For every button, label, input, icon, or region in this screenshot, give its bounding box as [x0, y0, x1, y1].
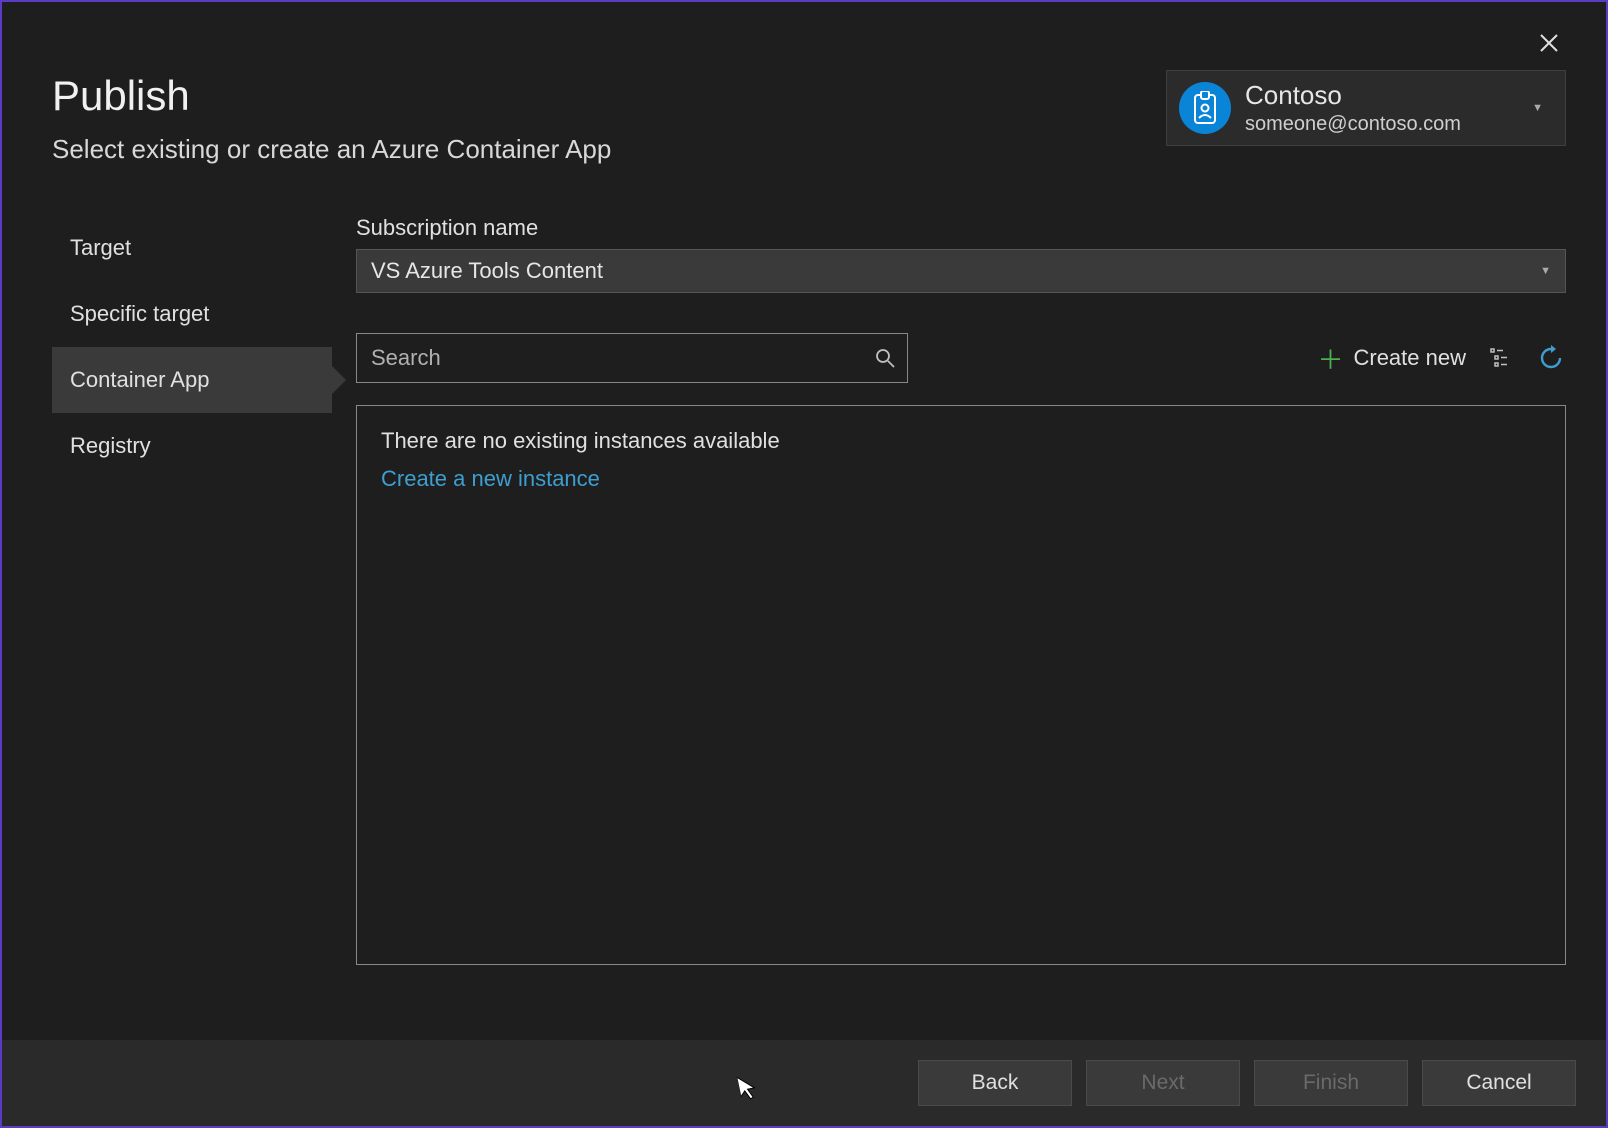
account-email: someone@contoso.com	[1245, 112, 1461, 137]
sidebar: Target Specific target Container App Reg…	[52, 215, 332, 965]
header-text: Publish Select existing or create an Azu…	[52, 27, 611, 165]
subscription-dropdown[interactable]: VS Azure Tools Content ▼	[356, 249, 1566, 293]
page-title: Publish	[52, 72, 611, 120]
page-subtitle: Select existing or create an Azure Conta…	[52, 134, 611, 165]
sidebar-item-container-app[interactable]: Container App	[52, 347, 332, 413]
finish-button: Finish	[1254, 1060, 1408, 1106]
sidebar-item-label: Specific target	[70, 301, 209, 326]
next-button: Next	[1086, 1060, 1240, 1106]
account-selector[interactable]: Contoso someone@contoso.com ▼	[1166, 70, 1566, 146]
refresh-icon[interactable]	[1536, 343, 1566, 373]
content: Subscription name VS Azure Tools Content…	[356, 215, 1566, 965]
plus-icon: ＋	[1317, 340, 1343, 377]
view-mode-icon[interactable]	[1486, 343, 1516, 373]
footer: Back Next Finish Cancel	[2, 1040, 1606, 1126]
account-text: Contoso someone@contoso.com	[1245, 79, 1461, 137]
sidebar-item-registry[interactable]: Registry	[52, 413, 332, 479]
search-input[interactable]	[357, 345, 863, 371]
search-box[interactable]	[356, 333, 908, 383]
search-icon	[863, 348, 907, 368]
create-new-label: Create new	[1353, 345, 1466, 371]
sidebar-item-target[interactable]: Target	[52, 215, 332, 281]
sidebar-item-label: Container App	[70, 367, 209, 392]
close-icon	[1540, 27, 1558, 58]
subscription-value: VS Azure Tools Content	[371, 258, 603, 284]
badge-icon	[1179, 82, 1231, 134]
create-new-button[interactable]: ＋ Create new	[1317, 340, 1466, 377]
account-name: Contoso	[1245, 79, 1461, 112]
main: Target Specific target Container App Reg…	[2, 175, 1606, 965]
chevron-down-icon: ▼	[1532, 102, 1543, 114]
instances-list: There are no existing instances availabl…	[356, 405, 1566, 965]
sidebar-item-specific-target[interactable]: Specific target	[52, 281, 332, 347]
close-button[interactable]	[1532, 27, 1566, 59]
create-instance-link[interactable]: Create a new instance	[381, 466, 600, 492]
empty-state-text: There are no existing instances availabl…	[381, 428, 1541, 454]
actions: ＋ Create new	[1317, 340, 1566, 377]
toolbar-row: ＋ Create new	[356, 333, 1566, 383]
chevron-down-icon: ▼	[1540, 265, 1551, 277]
subscription-label: Subscription name	[356, 215, 1566, 241]
back-button[interactable]: Back	[918, 1060, 1072, 1106]
cancel-button[interactable]: Cancel	[1422, 1060, 1576, 1106]
sidebar-item-label: Target	[70, 235, 131, 260]
sidebar-item-label: Registry	[70, 433, 151, 458]
